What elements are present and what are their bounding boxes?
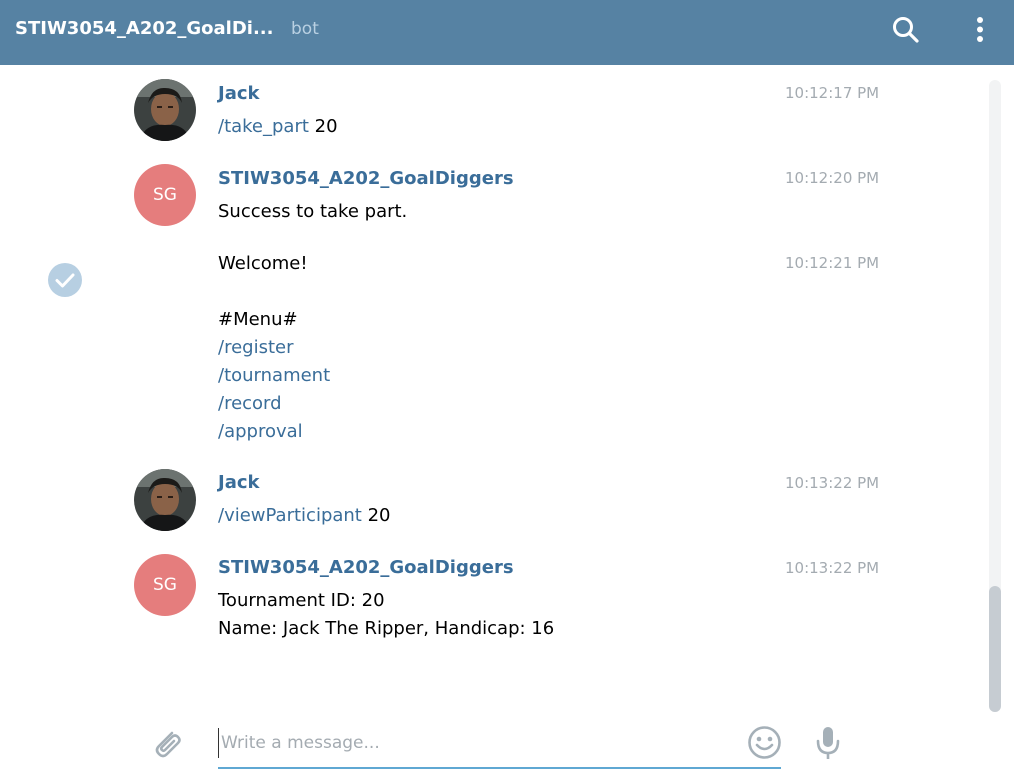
message-text: Success to take part. [218, 201, 408, 222]
command-argument: 20 [308, 116, 338, 137]
message-time: 10:13:22 PM [785, 559, 880, 577]
attach-button[interactable] [150, 725, 184, 761]
message-input[interactable] [218, 728, 738, 758]
chat-subtitle: bot [291, 19, 319, 39]
user-avatar[interactable] [134, 79, 196, 141]
search-button[interactable] [890, 14, 922, 46]
message-welcome: Welcome! [218, 253, 308, 274]
microphone-icon [816, 727, 840, 759]
more-vertical-icon [977, 17, 983, 42]
message-text-line: Tournament ID: 20 [218, 590, 385, 611]
message-time: 10:12:20 PM [785, 169, 880, 187]
check-circle-icon [48, 263, 82, 297]
message-time: 10:12:17 PM [785, 84, 880, 102]
message-select-check[interactable] [47, 262, 83, 298]
message-author[interactable]: Jack [218, 472, 259, 493]
menu-command-register[interactable]: /register [218, 337, 293, 358]
avatar-initials: SG [153, 185, 177, 205]
message-text: /take_part 20 [218, 116, 338, 137]
chat-title[interactable]: STIW3054_A202_GoalDi... [15, 18, 273, 39]
user-photo [134, 469, 196, 531]
bot-avatar[interactable]: SG [134, 554, 196, 616]
message-text: /viewParticipant 20 [218, 505, 391, 526]
menu-command-record[interactable]: /record [218, 393, 282, 414]
message-author[interactable]: STIW3054_A202_GoalDiggers [218, 168, 514, 189]
bot-avatar[interactable]: SG [134, 164, 196, 226]
search-icon [893, 17, 919, 43]
menu-heading: #Menu# [218, 309, 298, 330]
user-photo [134, 79, 196, 141]
emoji-button[interactable] [747, 725, 782, 760]
voice-record-button[interactable] [814, 724, 842, 762]
menu-command-tournament[interactable]: /tournament [218, 365, 330, 386]
avatar-initials: SG [153, 575, 177, 595]
message-time: 10:13:22 PM [785, 474, 880, 492]
paperclip-icon [155, 731, 181, 758]
more-options-button[interactable] [968, 14, 992, 46]
message-text-line: Name: Jack The Ripper, Handicap: 16 [218, 618, 555, 639]
scrollbar-thumb[interactable] [989, 586, 1001, 712]
bot-command-link[interactable]: /viewParticipant [218, 505, 362, 526]
menu-command-approval[interactable]: /approval [218, 421, 303, 442]
message-author[interactable]: STIW3054_A202_GoalDiggers [218, 557, 514, 578]
message-time: 10:12:21 PM [785, 254, 880, 272]
command-argument: 20 [361, 505, 391, 526]
user-avatar[interactable] [134, 469, 196, 531]
bot-command-link[interactable]: /take_part [218, 116, 309, 137]
smiley-icon [748, 726, 781, 759]
chat-header: STIW3054_A202_GoalDi... bot [0, 0, 1014, 65]
message-author[interactable]: Jack [218, 83, 259, 104]
input-focus-underline [218, 767, 781, 769]
